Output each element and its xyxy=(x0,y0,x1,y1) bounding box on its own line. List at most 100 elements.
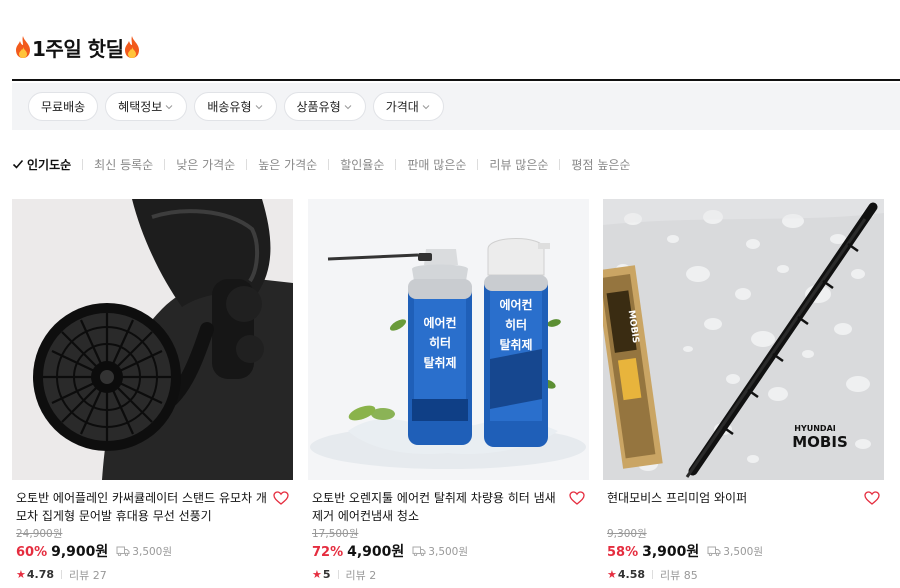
sort-label: 낮은 가격순 xyxy=(176,157,236,172)
rating-score: 4.78 xyxy=(26,568,55,581)
product-name[interactable]: 오토반 오렌지툴 에어컨 탈취제 차량용 히터 냄새제거 에어컨냄새 청소 xyxy=(308,489,589,527)
discount-rate: 60% xyxy=(16,545,48,560)
filter-free-shipping[interactable]: 무료배송 xyxy=(28,92,99,121)
shipping-fee-text: 3,500원 xyxy=(132,545,173,558)
heart-icon[interactable] xyxy=(273,491,289,505)
product-name-text: 오토반 에어플레인 카써큘레이터 스탠드 유모차 개모차 집게형 문어발 휴대용… xyxy=(16,491,267,523)
shipping-fee-text: 3,500원 xyxy=(428,545,469,558)
sort-divider xyxy=(82,158,84,170)
filter-benefits[interactable]: 혜택정보 xyxy=(105,92,188,121)
sort-reviews[interactable]: 리뷰 많은순 xyxy=(489,156,548,173)
rating-row: ★ 5 리뷰 2 xyxy=(312,567,589,582)
product-image[interactable]: 에어컨 히터 탈취제 에어컨 히터 탈취제 xyxy=(308,199,589,480)
sort-label: 높은 가격순 xyxy=(258,157,318,172)
rating-divider xyxy=(652,570,654,579)
sort-rating[interactable]: 평점 높은순 xyxy=(571,156,630,173)
sort-divider xyxy=(395,158,397,170)
chevron-down-icon xyxy=(422,104,430,109)
can-label-line: 탈취제 xyxy=(499,337,532,352)
star-icon: ★ xyxy=(312,568,322,581)
heart-icon[interactable] xyxy=(864,491,880,505)
sort-divider xyxy=(328,158,330,170)
can-label-line: 에어컨 xyxy=(499,297,532,312)
product-card[interactable]: MOBIS HYUNDAI MOBIS 현대모비스 프리미엄 와이퍼 9,300… xyxy=(603,199,884,582)
chevron-down-icon xyxy=(344,104,352,109)
check-icon xyxy=(12,159,24,169)
filter-label: 무료배송 xyxy=(41,100,86,114)
filter-label: 혜택정보 xyxy=(118,100,163,114)
filter-bar: 무료배송 혜택정보 배송유형 상품유형 가격대 xyxy=(12,83,900,130)
filter-delivery-type[interactable]: 배송유형 xyxy=(194,92,277,121)
shipping-fee: 3,500원 xyxy=(116,544,172,559)
filter-product-type[interactable]: 상품유형 xyxy=(283,92,366,121)
product-image[interactable] xyxy=(12,199,293,480)
filter-price-range[interactable]: 가격대 xyxy=(372,92,444,121)
sort-newest[interactable]: 최신 등록순 xyxy=(94,156,153,173)
chevron-down-icon xyxy=(255,104,262,109)
sort-price-low[interactable]: 낮은 가격순 xyxy=(176,156,235,173)
original-price: 9,300원 xyxy=(607,528,647,540)
sort-popularity[interactable]: 인기도순 xyxy=(12,156,71,173)
brand-logo-bottom: MOBIS xyxy=(792,433,848,451)
sort-label: 리뷰 많은순 xyxy=(489,157,549,172)
sort-label: 최신 등록순 xyxy=(94,157,154,172)
truck-icon xyxy=(116,546,130,556)
product-name[interactable]: 오토반 에어플레인 카써큘레이터 스탠드 유모차 개모차 집게형 문어발 휴대용… xyxy=(12,489,293,527)
can-label-line: 에어컨 xyxy=(423,315,456,330)
sale-price: 4,900원 xyxy=(347,544,405,560)
sort-label: 인기도순 xyxy=(27,157,72,172)
product-name-text: 현대모비스 프리미엄 와이퍼 xyxy=(607,491,748,505)
brand-logo-top: HYUNDAI xyxy=(794,424,836,433)
filter-label: 배송유형 xyxy=(207,100,252,114)
rating-row: ★ 4.58 리뷰 85 xyxy=(607,567,884,582)
can-label-line: 히터 xyxy=(429,335,451,350)
review-count: 리뷰 2 xyxy=(345,568,377,582)
title-divider xyxy=(12,79,900,81)
sort-label: 할인율순 xyxy=(340,157,385,172)
sort-divider xyxy=(164,158,166,170)
can-label-line: 탈취제 xyxy=(423,355,456,370)
shipping-fee: 3,500원 xyxy=(412,544,468,559)
rating-row: ★ 4.78 리뷰 27 xyxy=(16,567,293,582)
price-line: 60% 9,900원 3,500원 xyxy=(16,541,293,561)
star-icon: ★ xyxy=(607,568,617,581)
sort-price-high[interactable]: 높은 가격순 xyxy=(258,156,317,173)
sort-discount[interactable]: 할인율순 xyxy=(340,156,384,173)
product-name-text: 오토반 오렌지툴 에어컨 탈취제 차량용 히터 냄새제거 에어컨냄새 청소 xyxy=(312,491,556,523)
product-card[interactable]: 에어컨 히터 탈취제 에어컨 히터 탈취제 오토반 오렌지툴 에어컨 탈취제 차… xyxy=(308,199,589,582)
spray-can-image: 에어컨 히터 탈취제 에어컨 히터 탈취제 xyxy=(308,199,589,480)
product-image[interactable]: MOBIS HYUNDAI MOBIS xyxy=(603,199,884,480)
rating-score: 4.58 xyxy=(617,568,646,581)
sort-sales[interactable]: 판매 많은순 xyxy=(407,156,466,173)
heart-icon[interactable] xyxy=(569,491,585,505)
wiper-image: MOBIS HYUNDAI MOBIS xyxy=(603,199,884,480)
chevron-down-icon xyxy=(165,104,173,109)
price-line: 72% 4,900원 3,500원 xyxy=(312,541,589,561)
rating-divider xyxy=(61,570,63,579)
fire-icon xyxy=(16,36,30,58)
filter-label: 가격대 xyxy=(385,100,419,114)
sort-bar: 인기도순 최신 등록순 낮은 가격순 높은 가격순 할인율순 판매 많은순 리뷰… xyxy=(12,153,630,175)
shipping-fee: 3,500원 xyxy=(707,544,763,559)
page-title: 1주일 핫딜 xyxy=(14,32,141,62)
truck-icon xyxy=(707,546,721,556)
sort-divider xyxy=(246,158,248,170)
truck-icon xyxy=(412,546,426,556)
can-label-line: 히터 xyxy=(505,317,527,332)
rating-score: 5 xyxy=(322,568,331,581)
review-count: 리뷰 27 xyxy=(69,568,107,582)
product-name[interactable]: 현대모비스 프리미엄 와이퍼 xyxy=(603,489,884,527)
review-count: 리뷰 85 xyxy=(660,568,698,582)
page-title-text: 1주일 핫딜 xyxy=(32,36,124,61)
discount-rate: 58% xyxy=(607,545,639,560)
price-line: 58% 3,900원 3,500원 xyxy=(607,541,884,561)
sort-divider xyxy=(559,158,561,170)
discount-rate: 72% xyxy=(312,545,344,560)
product-card[interactable]: 오토반 에어플레인 카써큘레이터 스탠드 유모차 개모차 집게형 문어발 휴대용… xyxy=(12,199,293,582)
sale-price: 3,900원 xyxy=(642,544,700,560)
rating-divider xyxy=(337,570,339,579)
shipping-fee-text: 3,500원 xyxy=(723,545,764,558)
fire-icon xyxy=(125,36,140,58)
filter-label: 상품유형 xyxy=(296,100,341,114)
original-price: 17,500원 xyxy=(312,528,359,540)
